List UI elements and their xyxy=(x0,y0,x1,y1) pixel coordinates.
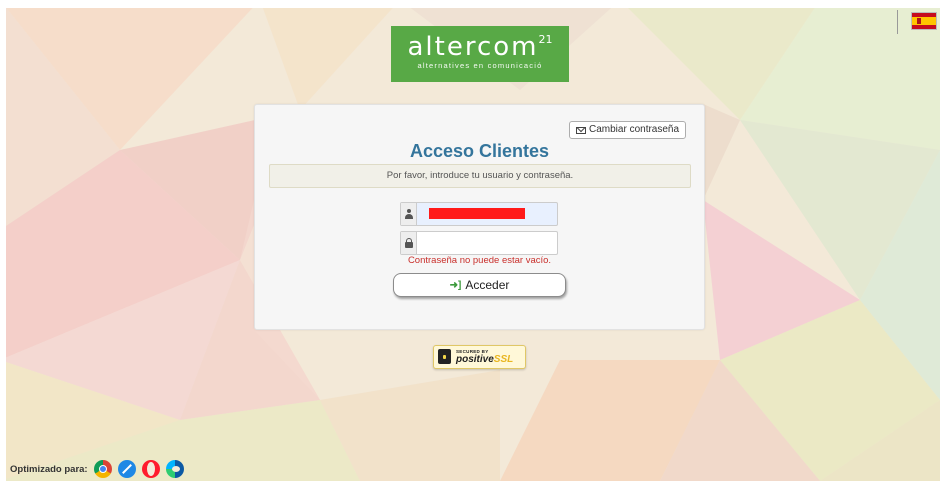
submit-label: Acceder xyxy=(465,278,510,292)
optimized-for: Optimizado para: xyxy=(10,460,184,478)
redacted-username xyxy=(429,208,525,219)
change-password-label: Cambiar contraseña xyxy=(589,124,680,135)
sign-in-icon: ➜] xyxy=(449,279,462,291)
logo-wordmark: altercom21 xyxy=(407,32,553,62)
language-divider xyxy=(897,10,898,34)
password-field xyxy=(400,231,558,255)
logo-tagline: alternatives en comunicació xyxy=(417,61,543,70)
login-submit-button[interactable]: ➜] Acceder xyxy=(393,273,566,297)
ssl-brand: positiveSSL xyxy=(456,354,514,365)
edge-icon xyxy=(165,460,184,478)
password-error-message: Contraseña no puede estar vacío. xyxy=(407,255,552,266)
top-strip xyxy=(0,0,940,8)
left-strip xyxy=(0,0,6,481)
login-panel: Cambiar contraseña Acceso Clientes Por f… xyxy=(254,104,705,330)
lock-icon xyxy=(401,232,417,254)
user-icon xyxy=(401,203,417,225)
login-notice: Por favor, introduce tu usuario y contra… xyxy=(269,164,691,188)
username-field xyxy=(400,202,558,226)
password-input[interactable] xyxy=(417,232,557,252)
change-password-button[interactable]: Cambiar contraseña xyxy=(569,121,687,139)
chrome-icon xyxy=(93,460,112,478)
spain-flag-icon[interactable] xyxy=(911,12,937,30)
positive-ssl-badge[interactable]: SECURED BY positiveSSL xyxy=(433,345,526,369)
envelope-icon xyxy=(576,126,586,134)
page-title: Acceso Clientes xyxy=(409,141,550,161)
altercom-logo: altercom21 alternatives en comunicació xyxy=(391,26,569,82)
padlock-icon xyxy=(438,349,451,364)
optimized-label: Optimizado para: xyxy=(10,463,88,475)
opera-icon xyxy=(141,460,160,478)
safari-icon xyxy=(117,460,136,478)
